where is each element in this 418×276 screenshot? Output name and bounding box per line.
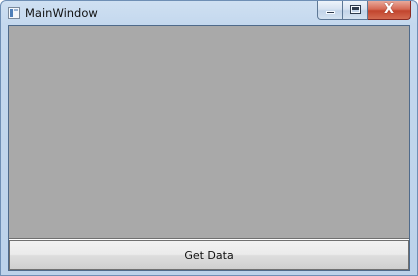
close-button[interactable]: X — [368, 1, 411, 20]
minimize-button[interactable] — [317, 1, 343, 20]
maximize-icon — [350, 5, 361, 14]
content-panel — [9, 26, 409, 239]
client-area: Get Data — [8, 25, 410, 271]
main-window: MainWindow X Get Data — [0, 0, 418, 276]
maximize-button[interactable] — [343, 1, 368, 20]
caption-buttons: X — [317, 1, 411, 21]
close-icon: X — [383, 2, 395, 17]
get-data-button[interactable]: Get Data — [9, 240, 409, 270]
app-window-icon — [8, 7, 20, 19]
minimize-icon — [326, 11, 335, 14]
title-bar[interactable]: MainWindow X — [1, 1, 417, 25]
window-title: MainWindow — [25, 6, 98, 20]
